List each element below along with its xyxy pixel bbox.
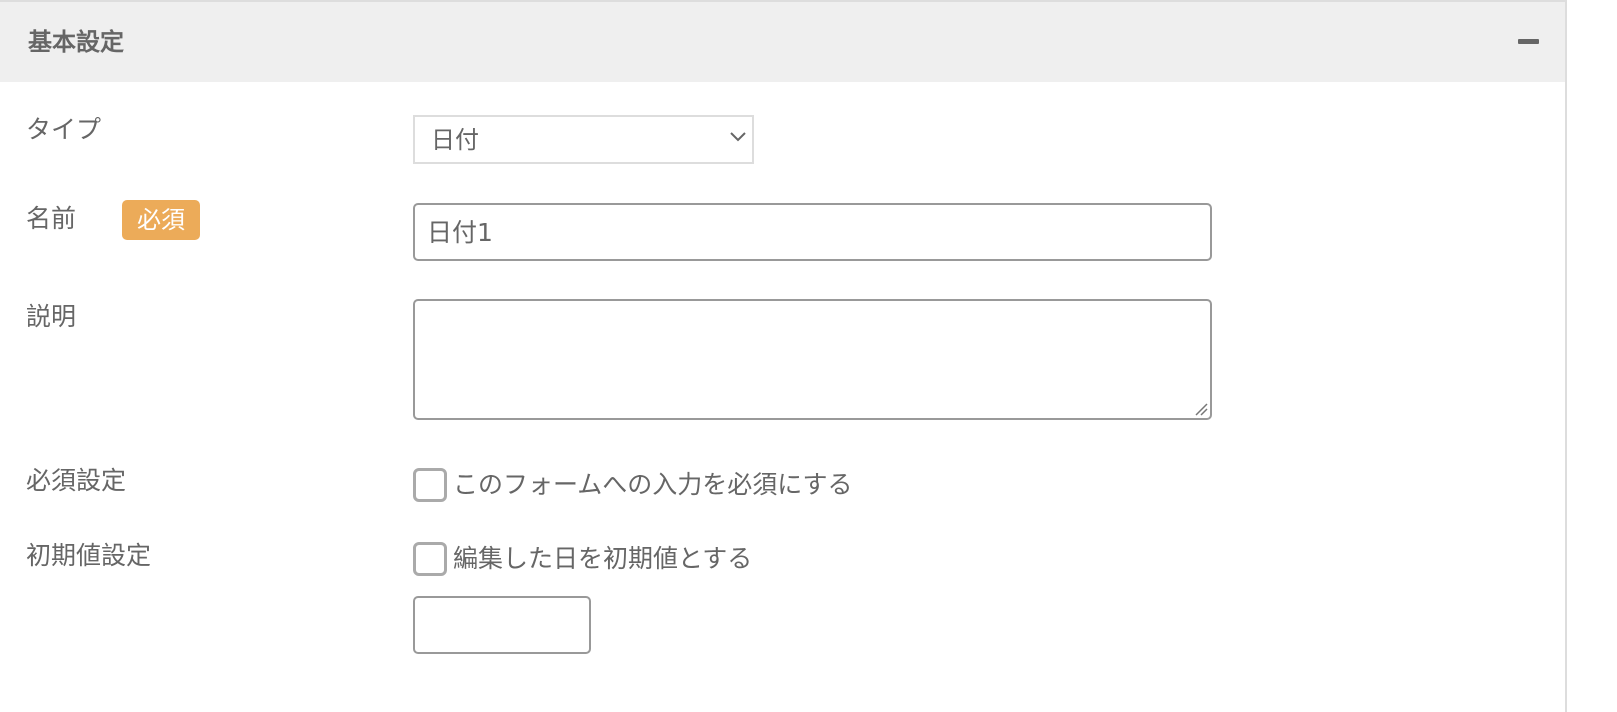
description-label: 説明 <box>26 302 77 331</box>
resize-handle-icon[interactable] <box>1194 402 1208 416</box>
chevron-down-icon <box>730 132 746 142</box>
default-setting-label: 初期値設定 <box>26 541 152 570</box>
type-label: タイプ <box>26 115 102 144</box>
name-input[interactable]: 日付1 <box>413 203 1212 261</box>
default-date-checkbox[interactable] <box>413 542 447 576</box>
description-textarea[interactable] <box>413 299 1212 420</box>
required-checkbox-label[interactable]: このフォームへの入力を必須にする <box>453 468 853 502</box>
type-select[interactable]: 日付 <box>413 115 754 164</box>
name-label: 名前 <box>26 204 77 233</box>
collapse-button[interactable] <box>1508 26 1548 58</box>
minus-icon <box>1518 39 1539 44</box>
basic-settings-panel: 基本設定 タイプ 日付 名前 必須 日付1 説明 必須設定 このフォームへの入力… <box>0 0 1567 712</box>
panel-header: 基本設定 <box>0 2 1565 82</box>
required-setting-label: 必須設定 <box>26 466 127 495</box>
default-date-checkbox-label[interactable]: 編集した日を初期値とする <box>453 542 752 576</box>
name-input-value: 日付1 <box>427 218 493 247</box>
required-checkbox[interactable] <box>413 468 447 502</box>
default-date-input[interactable] <box>413 596 591 654</box>
required-badge: 必須 <box>122 200 200 240</box>
type-select-value: 日付 <box>431 126 479 154</box>
panel-title: 基本設定 <box>28 28 124 56</box>
